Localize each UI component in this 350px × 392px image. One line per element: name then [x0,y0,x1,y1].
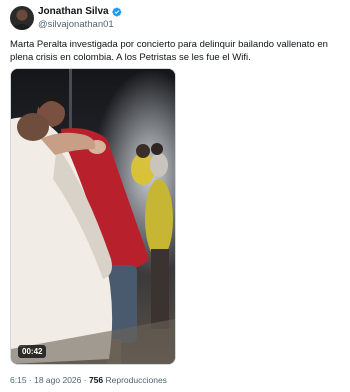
tweet-card: Jonathan Silva @silvajonathan01 Marta Pe… [0,0,350,392]
verified-badge-icon [111,7,121,16]
view-count-label: Reproducciones [103,375,167,385]
author-handle[interactable]: @silvajonathan01 [38,19,114,30]
author-avatar[interactable] [10,6,34,30]
tweet-text: Marta Peralta investigada por concierto … [10,39,328,63]
view-count: 756 [88,375,104,385]
video-player[interactable]: 00:42 [10,68,176,365]
avatar-figure [13,24,31,30]
tweet-date[interactable]: 18 ago 2026 [34,375,81,385]
tweet-meta: 6:15 · 18 ago 2026 · 756 Reproducciones [10,375,167,385]
author-name-row: Jonathan Silva [38,6,122,17]
video-frame [11,69,175,364]
author-name[interactable]: Jonathan Silva [38,6,109,17]
meta-separator: · [26,375,35,385]
meta-separator: · [81,375,89,385]
video-duration-badge: 00:42 [18,345,47,358]
tweet-time[interactable]: 6:15 [10,375,27,385]
